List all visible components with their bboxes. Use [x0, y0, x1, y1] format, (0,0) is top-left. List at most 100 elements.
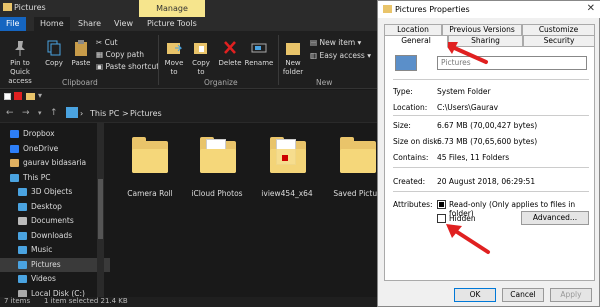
location-value: C:\Users\Gaurav	[437, 103, 499, 112]
chevron-down-icon[interactable]: ▾	[38, 91, 42, 100]
sidebar-item-pictures[interactable]: Pictures	[0, 257, 110, 272]
ok-button[interactable]: OK	[454, 288, 496, 302]
cloud-icon	[10, 144, 19, 153]
folder-camera-roll[interactable]	[128, 137, 172, 175]
manage-tab[interactable]: Manage	[139, 0, 205, 17]
pin-quick-access-button[interactable]: Pin to Quick access	[2, 39, 38, 86]
copy-to-icon	[193, 39, 209, 57]
menu-file[interactable]: File	[0, 17, 26, 31]
sidebar-item-onedrive[interactable]: OneDrive	[0, 142, 110, 156]
easy-access-button[interactable]: ▥ Easy access ▾	[310, 50, 371, 61]
menu-share[interactable]: Share	[72, 17, 107, 31]
sidebar-item-gaurav-bidasaria[interactable]: gaurav bidasaria	[0, 156, 110, 170]
breadcrumb-pictures[interactable]: Pictures	[130, 109, 162, 118]
sidebar-item-this-pc[interactable]: This PC	[0, 171, 110, 185]
address-chevron-icon[interactable]: ›	[80, 109, 83, 118]
menu-home[interactable]: Home	[34, 17, 70, 31]
location-label: Location:	[393, 103, 428, 112]
new-group-label: New	[316, 78, 333, 87]
copy-path-button[interactable]: ▦ Copy path	[96, 49, 144, 60]
new-folder-button[interactable]: New folder	[281, 39, 305, 77]
folder-icloud-photos[interactable]	[196, 137, 240, 175]
tab-customize[interactable]: Customize	[522, 24, 595, 35]
readonly-checkbox[interactable]	[437, 200, 446, 209]
paste-button[interactable]: Paste	[70, 39, 92, 68]
nav-scrollbar[interactable]	[97, 123, 104, 297]
folder-icon[interactable]	[26, 93, 35, 100]
delete-label: Delete	[218, 59, 242, 67]
organize-group-label: Organize	[204, 78, 238, 87]
breadcrumb-this-pc[interactable]: This PC	[90, 109, 119, 118]
recent-dropdown-icon[interactable]: ▾	[38, 109, 42, 117]
menu-picture-tools[interactable]: Picture Tools	[141, 17, 203, 31]
video-icon	[18, 275, 27, 283]
rename-button[interactable]: Rename	[244, 39, 274, 68]
download-icon	[18, 231, 27, 240]
sidebar-item-label: Documents	[31, 216, 74, 225]
folder-label: iview454_x64	[261, 189, 313, 198]
sidebar-item-downloads[interactable]: Downloads	[0, 229, 110, 243]
dialog-titlebar: Pictures Properties ✕	[378, 1, 600, 18]
status-bar: 7 items 1 item selected 21.4 KB	[0, 297, 380, 307]
tab-location[interactable]: Location	[384, 24, 442, 35]
sidebar-item-videos[interactable]: Videos	[0, 272, 110, 286]
new-item-button[interactable]: ▤ New item ▾	[310, 37, 361, 48]
sidebar-item-label: gaurav bidasaria	[23, 158, 87, 167]
delete-button[interactable]: Delete	[218, 39, 242, 68]
up-arrow-icon[interactable]: ↑	[50, 108, 58, 118]
pin-icon	[12, 39, 28, 57]
sidebar-item-music[interactable]: Music	[0, 243, 110, 257]
delete-icon	[222, 39, 238, 57]
close-icon[interactable]: ✕	[587, 3, 595, 14]
divider	[393, 191, 589, 192]
folder-label: Camera Roll	[127, 189, 173, 198]
move-to-icon	[166, 39, 183, 57]
apply-button[interactable]: Apply	[550, 288, 592, 302]
dropbox-icon	[10, 130, 19, 138]
tab-security[interactable]: Security	[523, 35, 595, 46]
created-value: 20 August 2018, 06:29:51	[437, 177, 536, 186]
move-to-button[interactable]: Move to	[162, 39, 186, 77]
pictures-folder-icon	[395, 55, 417, 71]
computer-icon	[10, 173, 19, 182]
new-folder-label: New folder	[282, 59, 304, 76]
cut-label: Cut	[104, 38, 118, 47]
forward-arrow-icon[interactable]: →	[22, 108, 30, 118]
sidebar-item-documents[interactable]: Documents	[0, 214, 110, 228]
sidebar-item-label: Pictures	[31, 259, 61, 269]
tab-general[interactable]: General	[384, 35, 448, 47]
advanced-button[interactable]: Advanced...	[521, 211, 589, 225]
scrollbar-thumb[interactable]	[98, 179, 103, 239]
new-folder-icon	[285, 39, 301, 57]
type-value: System Folder	[437, 87, 491, 96]
copy-button[interactable]: Copy	[44, 39, 64, 68]
annotation-arrow-icon	[446, 224, 490, 254]
properties-icon[interactable]	[14, 92, 22, 100]
dialog-title: Pictures Properties	[395, 5, 470, 14]
move-to-label: Move to	[164, 59, 184, 76]
cancel-button[interactable]: Cancel	[502, 288, 544, 302]
paste-label: Paste	[71, 59, 91, 67]
sidebar-item-dropbox[interactable]: Dropbox	[0, 127, 110, 141]
ribbon-separator	[278, 35, 279, 85]
sidebar-item-3d-objects[interactable]: 3D Objects	[0, 185, 110, 199]
menu-view[interactable]: View	[108, 17, 139, 31]
sidebar-item-label: Music	[31, 245, 53, 254]
sidebar-item-desktop[interactable]: Desktop	[0, 200, 110, 214]
sidebar-item-label: Downloads	[31, 230, 73, 240]
new-item-label: New item	[319, 38, 356, 47]
folder-icon	[383, 5, 392, 13]
paste-shortcut-button[interactable]: ▣ Paste shortcut	[96, 61, 159, 72]
folder-saved-pictures[interactable]	[336, 137, 380, 175]
checkbox-icon[interactable]	[4, 93, 11, 100]
folder-iview454[interactable]	[266, 137, 310, 175]
contains-label: Contains:	[393, 153, 429, 162]
tab-previous-versions[interactable]: Previous Versions	[442, 24, 522, 35]
sidebar-item-label: Desktop	[31, 201, 62, 211]
type-label: Type:	[393, 87, 413, 96]
copy-path-label: Copy path	[105, 50, 144, 59]
cut-button[interactable]: ✂ Cut	[96, 37, 118, 48]
folder-label: iCloud Photos	[191, 189, 243, 198]
back-arrow-icon[interactable]: ←	[6, 108, 14, 118]
copy-to-button[interactable]: Copy to	[189, 39, 213, 77]
